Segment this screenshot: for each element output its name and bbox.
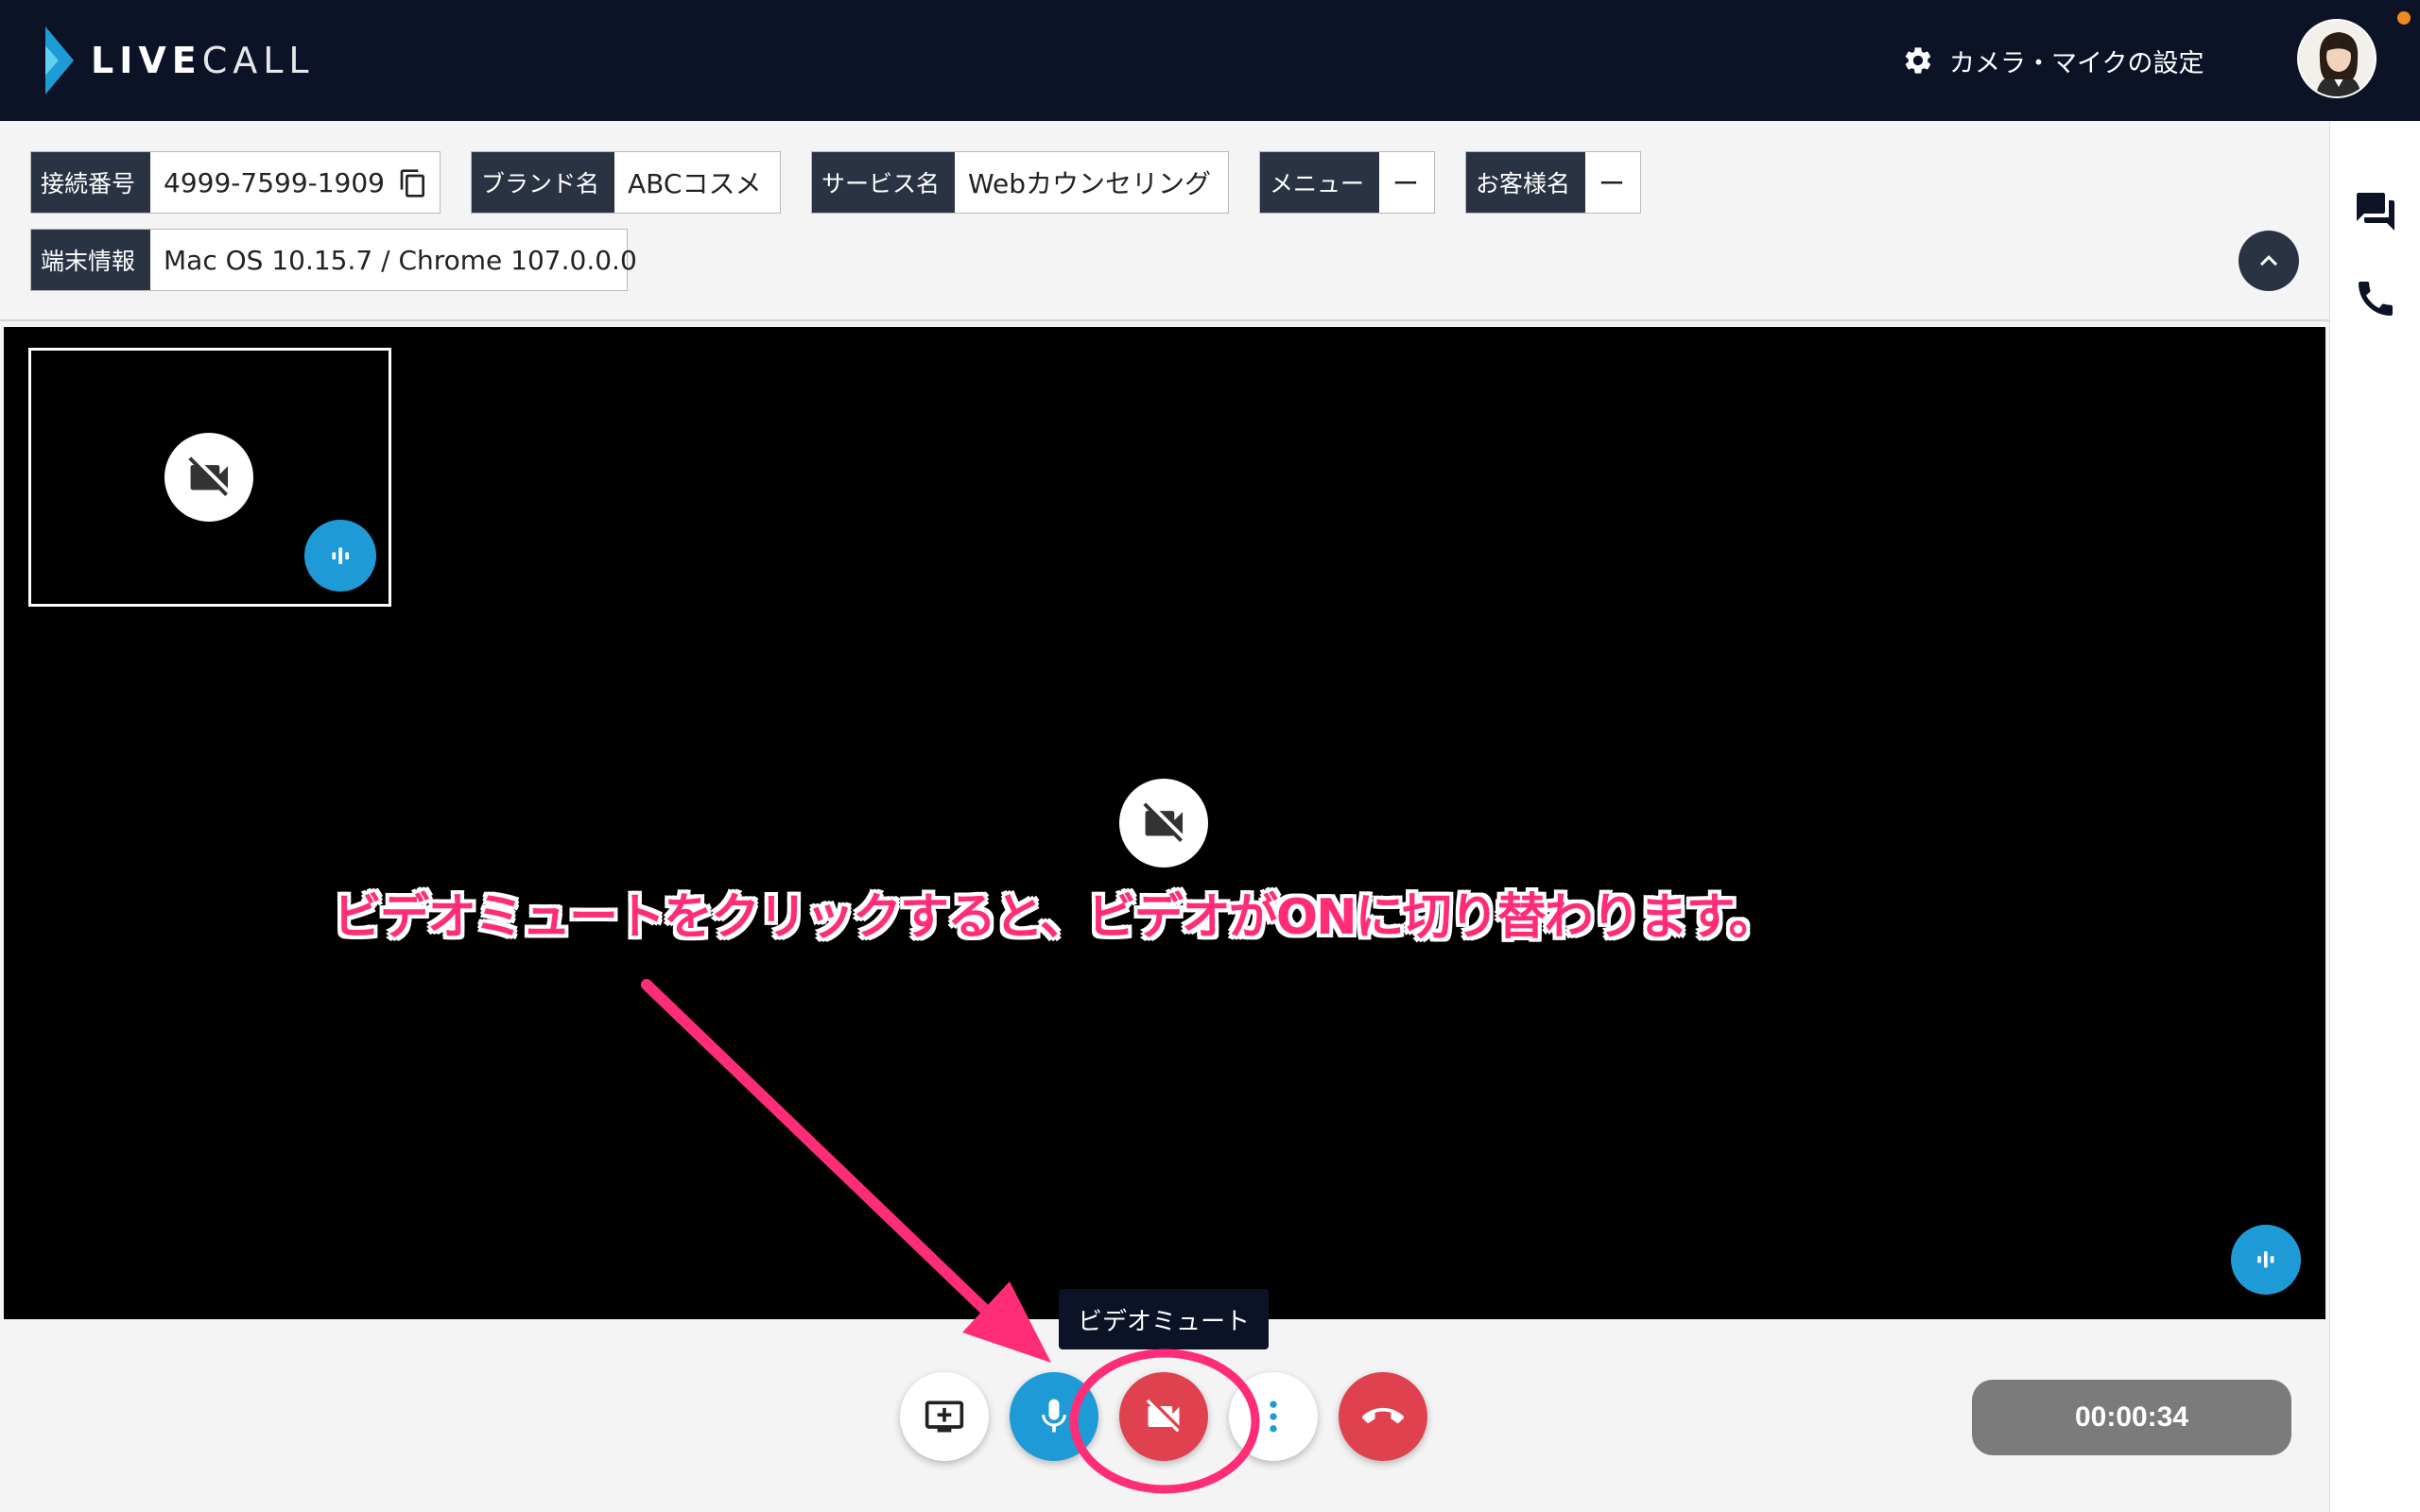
brand-name-value: ABCコスメ bbox=[628, 168, 762, 199]
more-options-button[interactable] bbox=[1229, 1372, 1318, 1461]
camera-mic-settings-button[interactable]: カメラ・マイクの設定 bbox=[1902, 40, 2204, 81]
chevron-up-icon bbox=[2260, 255, 2277, 266]
brand-name-label: ブランド名 bbox=[472, 152, 615, 213]
connection-number-value: 4999-7599-1909 bbox=[164, 166, 385, 198]
mic-button[interactable] bbox=[1010, 1372, 1098, 1461]
right-sidebar bbox=[2329, 121, 2420, 1512]
videocam-off-icon bbox=[1146, 1399, 1180, 1433]
chat-button[interactable] bbox=[2353, 189, 2398, 234]
copy-icon[interactable] bbox=[398, 163, 428, 204]
phone-button[interactable] bbox=[2353, 276, 2398, 321]
hang-up-button[interactable] bbox=[1339, 1372, 1427, 1461]
app-header: LIVECALL カメラ・マイクの設定 bbox=[0, 0, 2420, 121]
chat-icon bbox=[2357, 193, 2394, 231]
annotation-caption: ビデオミュートをクリックすると、ビデオがONに切り替わります。 bbox=[333, 889, 1777, 946]
device-info-value: Mac OS 10.15.7 / Chrome 107.0.0.0 bbox=[164, 244, 637, 276]
video-mute-button[interactable] bbox=[1119, 1372, 1208, 1461]
logo-text: LIVECALL bbox=[91, 40, 315, 81]
user-avatar[interactable] bbox=[2297, 19, 2377, 98]
screen-share-icon bbox=[925, 1400, 964, 1433]
screen-share-button[interactable] bbox=[900, 1372, 989, 1461]
logo-chevron-icon bbox=[45, 26, 74, 94]
customer-name-label: お客様名 bbox=[1466, 152, 1586, 213]
videocam-off-icon bbox=[1143, 802, 1183, 842]
self-audio-indicator bbox=[304, 520, 376, 592]
brand-name-field: ブランド名 ABCコスメ bbox=[471, 151, 781, 214]
collapse-info-button[interactable] bbox=[2238, 231, 2299, 291]
call-info-panel: 接続番号 4999-7599-1909 ブランド名 ABCコスメ サービス名 W… bbox=[0, 121, 2329, 321]
self-camera-off-indicator bbox=[164, 433, 253, 522]
service-name-value: Webカウンセリング bbox=[968, 168, 1212, 199]
video-mute-tooltip: ビデオミュート bbox=[1059, 1289, 1269, 1349]
avatar-portrait-icon bbox=[2299, 21, 2375, 96]
remote-audio-indicator bbox=[2231, 1225, 2301, 1295]
call-end-icon bbox=[1362, 1407, 1404, 1424]
more-vertical-icon bbox=[1270, 1400, 1277, 1433]
remote-camera-off-indicator bbox=[1119, 779, 1208, 868]
audio-level-icon bbox=[2257, 1251, 2274, 1268]
device-info-label: 端末情報 bbox=[31, 230, 151, 290]
menu-value: ー bbox=[1392, 168, 1420, 199]
customer-name-field: お客様名 ー bbox=[1465, 151, 1641, 214]
menu-label: メニュー bbox=[1260, 152, 1380, 213]
audio-level-icon bbox=[332, 547, 349, 564]
settings-label: カメラ・マイクの設定 bbox=[1949, 48, 2204, 78]
notification-dot bbox=[2397, 11, 2411, 25]
service-name-label: サービス名 bbox=[812, 152, 956, 213]
connection-number-field: 接続番号 4999-7599-1909 bbox=[30, 151, 441, 214]
mic-icon bbox=[1042, 1399, 1066, 1433]
gear-icon bbox=[1905, 47, 1931, 74]
videocam-off-icon bbox=[188, 456, 228, 496]
connection-number-label: 接続番号 bbox=[31, 152, 151, 213]
call-timer: 00:00:34 bbox=[1972, 1380, 2291, 1455]
customer-name-value: ー bbox=[1599, 168, 1626, 199]
livecall-logo[interactable]: LIVECALL bbox=[42, 26, 315, 94]
phone-icon bbox=[2359, 282, 2393, 316]
device-info-field: 端末情報 Mac OS 10.15.7 / Chrome 107.0.0.0 bbox=[30, 229, 637, 291]
menu-field: メニュー ー bbox=[1259, 151, 1435, 214]
service-name-field: サービス名 Webカウンセリング bbox=[811, 151, 1229, 214]
